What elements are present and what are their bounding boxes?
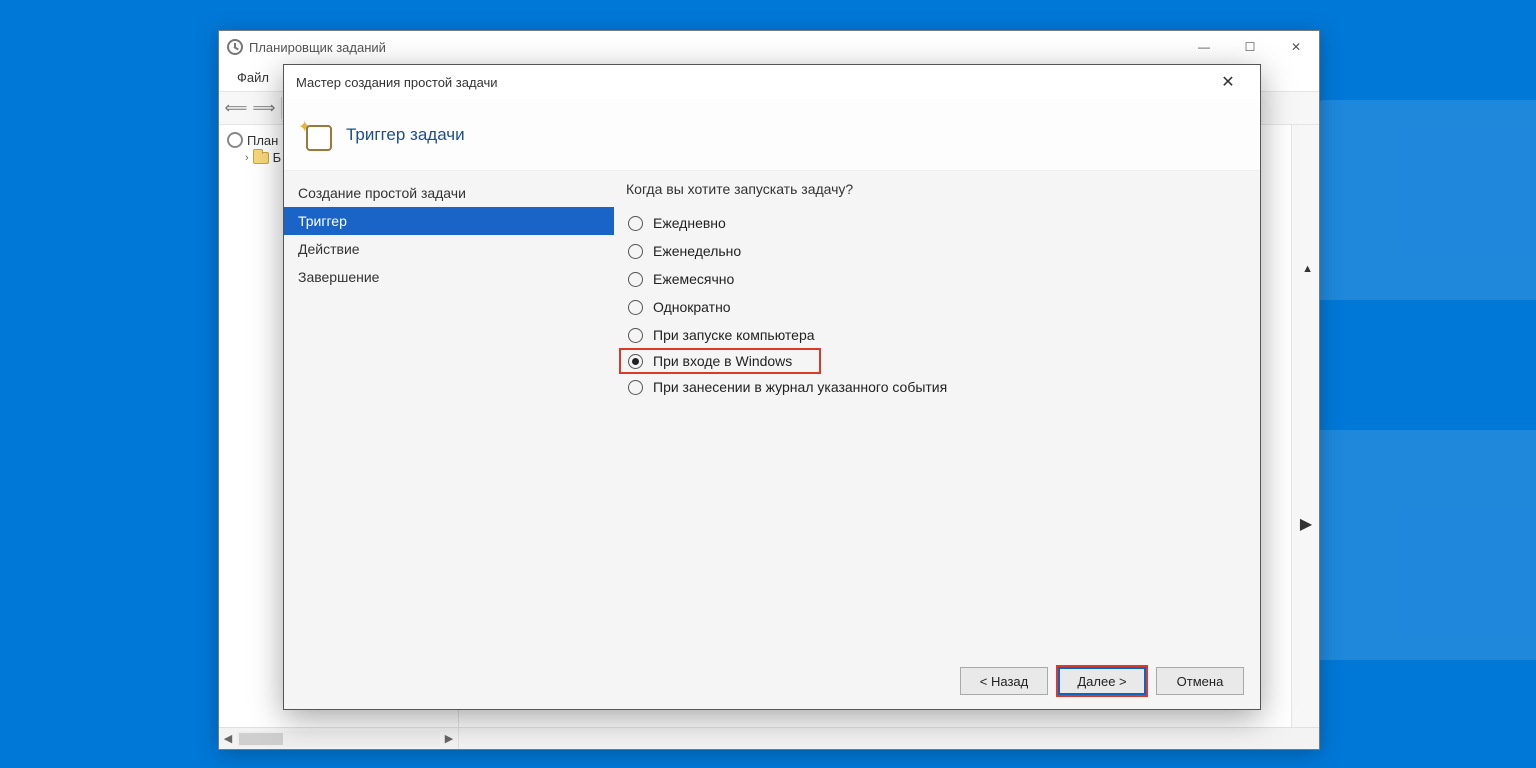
wizard-title: Мастер создания простой задачи xyxy=(296,75,498,90)
radio-label: При занесении в журнал указанного событи… xyxy=(653,379,947,395)
radio-option[interactable]: Однократно xyxy=(620,293,1240,321)
radio-option[interactable]: При входе в Windows xyxy=(620,349,820,373)
wizard-step[interactable]: Создание простой задачи xyxy=(284,179,614,207)
radio-icon xyxy=(628,272,643,287)
maximize-button[interactable]: ☐ xyxy=(1227,31,1273,63)
clock-icon xyxy=(227,39,243,55)
radio-icon xyxy=(628,328,643,343)
radio-label: Ежедневно xyxy=(653,215,726,231)
next-button[interactable]: Далее > xyxy=(1058,667,1146,695)
actions-panel xyxy=(1291,125,1319,727)
close-button[interactable]: ✕ xyxy=(1273,31,1319,63)
wizard-step[interactable]: Завершение xyxy=(284,263,614,291)
radio-option[interactable]: Ежедневно xyxy=(620,209,1240,237)
wizard-header-icon: ✦ xyxy=(300,119,332,151)
radio-option[interactable]: При запуске компьютера xyxy=(620,321,1240,349)
radio-label: Однократно xyxy=(653,299,731,315)
radio-label: Ежемесячно xyxy=(653,271,734,287)
radio-icon xyxy=(628,380,643,395)
radio-option[interactable]: Еженедельно xyxy=(620,237,1240,265)
horizontal-scrollbar[interactable]: ◀ ▶ xyxy=(219,728,459,749)
radio-option[interactable]: При занесении в журнал указанного событи… xyxy=(620,373,1240,401)
back-button[interactable]: < Назад xyxy=(960,667,1048,695)
menu-file[interactable]: Файл xyxy=(227,68,279,87)
close-button[interactable]: ✕ xyxy=(1208,65,1248,99)
radio-icon xyxy=(628,216,643,231)
radio-label: При запуске компьютера xyxy=(653,327,815,343)
forward-icon[interactable]: ⟹ xyxy=(251,95,277,121)
radio-label: Еженедельно xyxy=(653,243,741,259)
wizard-header: ✦ Триггер задачи xyxy=(284,99,1260,171)
wizard-step[interactable]: Триггер xyxy=(284,207,614,235)
wizard-steps: Создание простой задачиТриггерДействиеЗа… xyxy=(284,171,614,653)
wizard-question: Когда вы хотите запускать задачу? xyxy=(620,181,1240,197)
radio-label: При входе в Windows xyxy=(653,353,792,369)
radio-icon xyxy=(628,354,643,369)
expand-arrow-icon[interactable]: ▶ xyxy=(1297,515,1315,533)
radio-icon xyxy=(628,244,643,259)
clock-icon xyxy=(227,132,243,148)
folder-icon xyxy=(253,152,269,164)
wizard-footer: < Назад Далее > Отмена xyxy=(284,653,1260,709)
back-icon[interactable]: ⟸ xyxy=(223,95,249,121)
radio-option[interactable]: Ежемесячно xyxy=(620,265,1240,293)
scroll-up-icon[interactable]: ▲ xyxy=(1302,263,1313,275)
wizard-heading: Триггер задачи xyxy=(346,125,465,145)
cancel-button[interactable]: Отмена xyxy=(1156,667,1244,695)
statusbar: ◀ ▶ xyxy=(219,727,1319,749)
wizard-step[interactable]: Действие xyxy=(284,235,614,263)
wizard-dialog: Мастер создания простой задачи ✕ ✦ Тригг… xyxy=(283,64,1261,710)
titlebar[interactable]: Планировщик заданий — ☐ ✕ xyxy=(219,31,1319,63)
window-title: Планировщик заданий xyxy=(249,40,386,55)
wizard-titlebar[interactable]: Мастер создания простой задачи ✕ xyxy=(284,65,1260,99)
minimize-button[interactable]: — xyxy=(1181,31,1227,63)
expand-icon[interactable]: › xyxy=(245,152,249,164)
wizard-content: Когда вы хотите запускать задачу? Ежедне… xyxy=(614,171,1260,653)
radio-icon xyxy=(628,300,643,315)
